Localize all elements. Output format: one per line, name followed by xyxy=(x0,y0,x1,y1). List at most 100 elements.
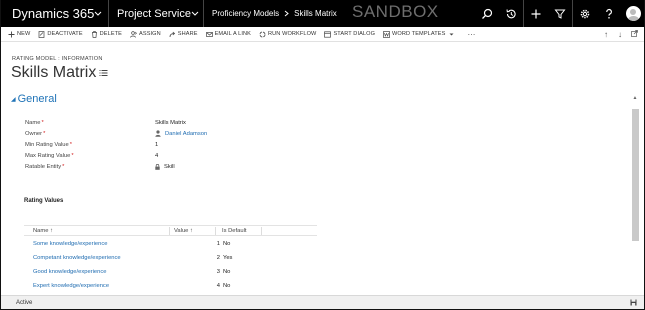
table-row[interactable]: Expert knowledge/experience 4 No xyxy=(24,280,317,294)
start-dialog-button-label: START DIALOG xyxy=(333,31,376,37)
rating-value-is-default: No xyxy=(223,241,231,247)
record-title-text: Skills Matrix xyxy=(11,64,97,81)
rating-value-is-default: No xyxy=(223,269,231,275)
vertical-scrollbar[interactable]: ▲ xyxy=(631,94,639,294)
field-name: Name* Skills Matrix xyxy=(25,118,425,127)
workflow-icon xyxy=(259,31,266,38)
table-row[interactable]: Some knowledge/experience 1 No xyxy=(24,238,317,252)
next-record-icon[interactable]: ↓ xyxy=(613,30,627,39)
field-value-ratable-entity: Skill xyxy=(155,163,175,170)
save-icon[interactable] xyxy=(630,299,637,306)
column-header-name[interactable]: Name ↑ xyxy=(33,226,53,236)
module-chevron-icon[interactable] xyxy=(187,11,203,16)
user-icon xyxy=(155,130,161,137)
field-label-text: Min Rating Value xyxy=(25,141,69,148)
scrollbar-thumb[interactable] xyxy=(632,109,639,241)
field-label: Name* xyxy=(25,120,155,126)
rating-value-number: 1 xyxy=(216,241,220,247)
run-workflow-button[interactable]: RUN WORKFLOW xyxy=(255,27,320,42)
filter-icon[interactable] xyxy=(548,0,572,27)
field-label: Min Rating Value* xyxy=(25,142,155,148)
ratable-entity-value: Skill xyxy=(164,163,175,170)
field-min-rating: Min Rating Value* 1 xyxy=(25,140,425,149)
field-owner: Owner* Daniel Adamson xyxy=(25,129,425,138)
form-selector-icon[interactable] xyxy=(99,64,108,82)
field-value-min-rating[interactable]: 1 xyxy=(155,142,158,148)
word-templates-button-label: WORD TEMPLATES xyxy=(392,31,446,37)
help-icon[interactable] xyxy=(597,0,621,27)
field-max-rating: Max Rating Value* 4 xyxy=(25,151,425,160)
required-marker: * xyxy=(69,141,72,148)
subgrid-header: Name ↑ Value ↑ Is Default xyxy=(24,225,317,236)
page-title: Skills Matrix xyxy=(11,64,108,82)
field-label: Ratable Entity* xyxy=(25,164,155,170)
field-value-max-rating[interactable]: 4 xyxy=(155,153,158,159)
email-icon xyxy=(205,31,213,38)
previous-record-icon[interactable]: ↑ xyxy=(599,30,613,39)
share-button-label: SHARE xyxy=(177,31,198,37)
required-marker: * xyxy=(71,152,74,159)
collapse-triangle-icon: ◢ xyxy=(11,96,16,103)
new-button-label: NEW xyxy=(17,31,31,37)
email-link-button-label: EMAIL A LINK xyxy=(214,31,251,37)
breadcrumb-entity[interactable]: Proficiency Models xyxy=(204,9,279,18)
section-general-header[interactable]: ◢ General xyxy=(11,93,57,105)
field-ratable-entity: Ratable Entity* Skill xyxy=(25,162,425,171)
scroll-up-arrow-icon[interactable]: ▲ xyxy=(631,94,639,102)
delete-button-label: DELETE xyxy=(99,31,123,37)
rating-value-name-link[interactable]: Expert knowledge/experience xyxy=(33,283,109,289)
record-navigation: ↑ ↓ xyxy=(599,27,641,42)
field-label-text: Name xyxy=(25,119,41,126)
field-label-text: Owner xyxy=(25,130,43,137)
email-link-button[interactable]: EMAIL A LINK xyxy=(202,27,255,42)
history-icon[interactable] xyxy=(499,0,523,27)
owner-link[interactable]: Daniel Adamson xyxy=(165,131,207,137)
delete-button[interactable]: DELETE xyxy=(87,27,126,42)
table-row[interactable]: Competant knowledge/experience 2 Yes xyxy=(24,252,317,266)
column-header-is-default[interactable]: Is Default xyxy=(222,226,247,236)
record-status: Active xyxy=(16,300,33,306)
deactivate-button[interactable]: DEACTIVATE xyxy=(34,27,86,42)
app-name[interactable]: Dynamics 365 xyxy=(0,6,94,21)
column-divider xyxy=(169,227,170,235)
start-dialog-button[interactable]: START DIALOG xyxy=(320,27,379,42)
plus-icon xyxy=(8,31,15,38)
word-templates-button[interactable]: WORD TEMPLATES xyxy=(379,27,461,42)
field-label: Max Rating Value* xyxy=(25,153,155,159)
rating-value-name-link[interactable]: Competant knowledge/experience xyxy=(33,255,121,261)
rating-value-name-link[interactable]: Some knowledge/experience xyxy=(33,241,107,247)
section-title: General xyxy=(17,93,57,105)
dialog-icon xyxy=(324,30,332,38)
share-button[interactable]: SHARE xyxy=(165,27,202,42)
assign-icon xyxy=(130,30,138,38)
word-icon xyxy=(383,30,390,38)
gear-icon[interactable] xyxy=(573,0,597,27)
run-workflow-button-label: RUN WORKFLOW xyxy=(268,31,317,37)
field-value-owner[interactable]: Daniel Adamson xyxy=(155,130,207,137)
assign-button[interactable]: ASSIGN xyxy=(126,27,165,42)
lock-icon xyxy=(155,163,160,170)
dropdown-caret-icon xyxy=(448,31,455,38)
plus-icon[interactable] xyxy=(524,0,548,27)
deactivate-button-label: DEACTIVATE xyxy=(47,31,83,37)
app-switcher-chevron-icon[interactable] xyxy=(88,11,108,16)
breadcrumb-separator-icon xyxy=(279,9,294,19)
required-marker: * xyxy=(41,119,44,126)
more-commands-button[interactable]: ··· xyxy=(461,30,481,39)
field-label-text: Max Rating Value xyxy=(25,152,71,159)
share-icon xyxy=(169,31,176,38)
assign-button-label: ASSIGN xyxy=(139,31,161,37)
search-icon[interactable] xyxy=(475,0,499,27)
trash-icon xyxy=(91,30,98,38)
subgrid-title: Rating Values xyxy=(24,198,64,204)
pop-out-icon[interactable] xyxy=(627,30,641,39)
breadcrumb-record[interactable]: Skills Matrix xyxy=(294,9,337,18)
field-value-name[interactable]: Skills Matrix xyxy=(155,120,186,126)
column-header-value[interactable]: Value ↑ xyxy=(174,226,193,236)
user-avatar-button[interactable] xyxy=(621,0,645,27)
new-button[interactable]: NEW xyxy=(4,27,34,42)
window-border xyxy=(0,0,1,310)
rating-value-name-link[interactable]: Good knowledge/experience xyxy=(33,269,106,275)
module-name[interactable]: Project Service xyxy=(109,8,191,20)
table-row[interactable]: Good knowledge/experience 3 No xyxy=(24,266,317,280)
